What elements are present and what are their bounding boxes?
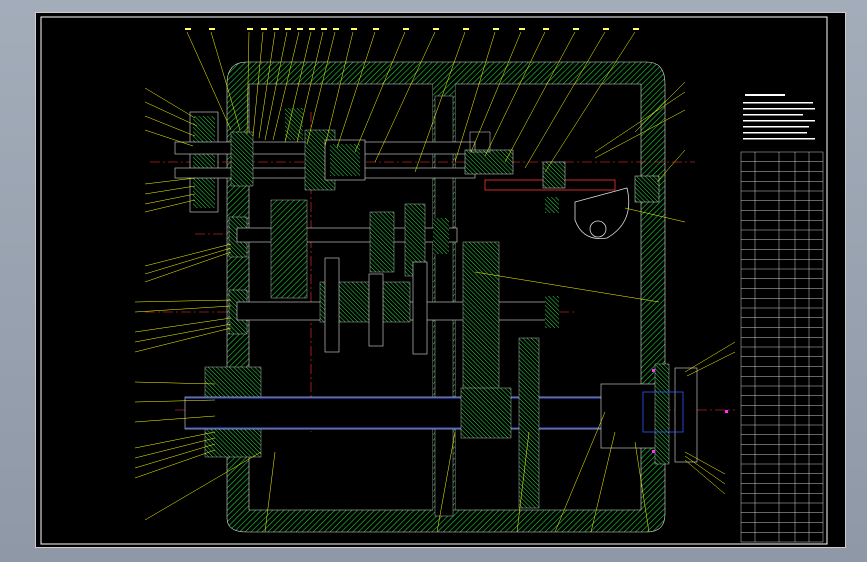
- input-shaft-assembly: [174, 108, 476, 213]
- technical-notes: [743, 94, 815, 140]
- parts-list-table: [740, 151, 824, 543]
- cad-viewport[interactable]: [0, 0, 867, 562]
- shift-lever-assembly: [464, 131, 660, 239]
- gearbox-assembly-drawing: [35, 12, 846, 548]
- drawing-canvas[interactable]: [35, 12, 846, 548]
- balloon-labels: [185, 28, 639, 30]
